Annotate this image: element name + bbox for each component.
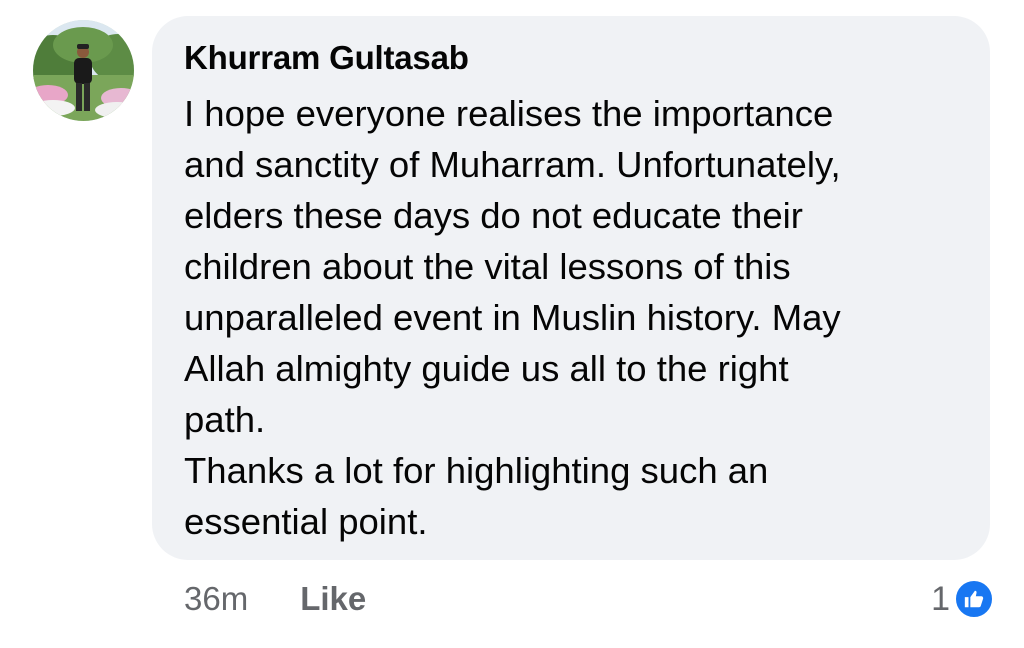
avatar-photo	[33, 20, 134, 121]
author-name[interactable]: Khurram Gultasab	[184, 38, 960, 78]
comment-line: and sanctity of Muharram. Unfortunately,	[184, 144, 841, 185]
comment-line: I hope everyone realises the importance	[184, 93, 834, 134]
timestamp[interactable]: 36m	[184, 580, 248, 618]
like-button[interactable]: Like	[300, 580, 366, 618]
reaction-summary[interactable]: 1	[931, 576, 994, 622]
comment-line: path.	[184, 399, 266, 440]
comment-line: essential point.	[184, 501, 428, 542]
comment-line: unparalleled event in Muslin history. Ma…	[184, 297, 841, 338]
comment: Khurram Gultasab I hope everyone realise…	[0, 0, 1024, 648]
thumbs-up-icon	[954, 579, 994, 619]
comment-bubble: Khurram Gultasab I hope everyone realise…	[152, 16, 990, 560]
comment-line: Thanks a lot for highlighting such an	[184, 450, 769, 491]
comment-line: elders these days do not educate their	[184, 195, 803, 236]
comment-line: Allah almighty guide us all to the right	[184, 348, 789, 389]
comment-line: children about the vital lessons of this	[184, 246, 791, 287]
reaction-count: 1	[931, 579, 950, 618]
comment-text: I hope everyone realises the importance …	[184, 88, 960, 547]
avatar[interactable]	[33, 20, 134, 121]
comment-actions: 36m Like	[184, 576, 366, 622]
